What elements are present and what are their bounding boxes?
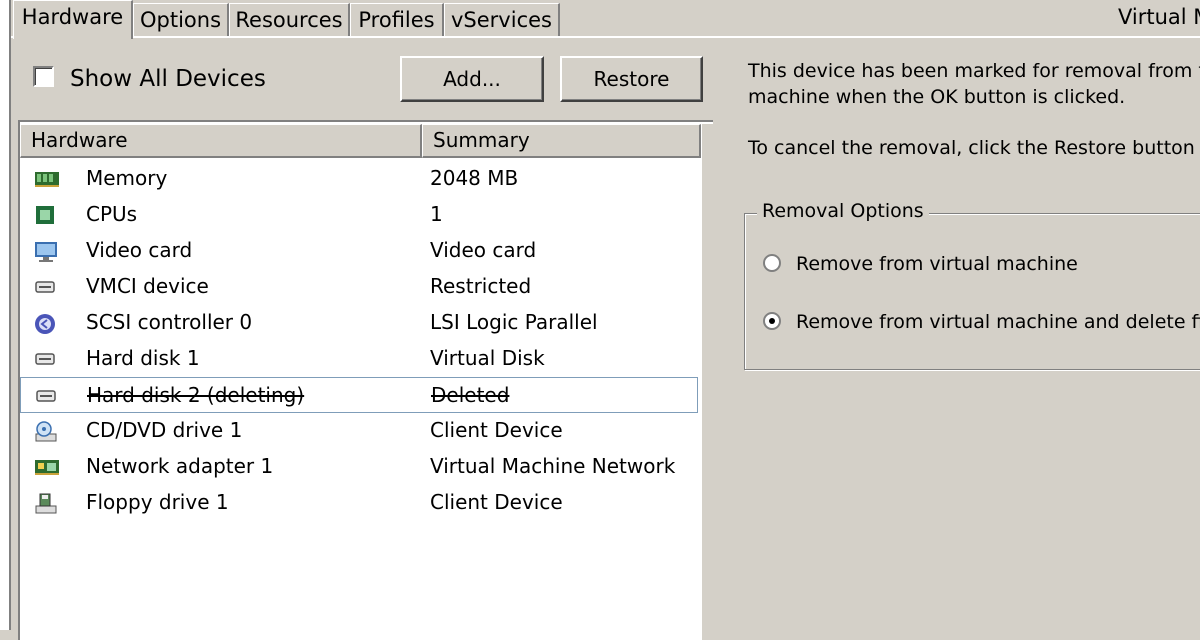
row-name: Floppy drive 1 <box>86 490 229 514</box>
show-all-devices-label[interactable]: Show All Devices <box>70 66 266 92</box>
row-summary: Video card <box>430 238 537 262</box>
cancel-info-text: To cancel the removal, click the Restore… <box>748 137 1195 159</box>
tab-options[interactable]: Options <box>133 3 229 36</box>
table-row[interactable]: Hard disk 1 Virtual Disk <box>20 341 698 377</box>
device-icon <box>34 277 56 297</box>
window-left-edge <box>0 0 9 630</box>
row-summary: 1 <box>430 202 443 226</box>
row-name: Memory <box>86 166 168 190</box>
row-name: Hard disk 1 <box>86 346 200 370</box>
list-right-edge <box>701 124 714 640</box>
window-title: Virtual M <box>1118 5 1200 29</box>
hardware-list[interactable]: Hardware Summary Memory 2048 MB CPUs 1 V… <box>18 120 714 640</box>
tab-profiles[interactable]: Profiles <box>350 3 444 36</box>
remove-from-vm-label[interactable]: Remove from virtual machine <box>796 253 1078 275</box>
restore-button[interactable]: Restore <box>560 56 703 102</box>
row-summary: Virtual Disk <box>430 346 545 370</box>
cpu-icon <box>34 205 56 225</box>
hard-disk-icon <box>34 349 56 369</box>
row-name: Hard disk 2 (deleting) <box>87 383 305 407</box>
column-header-hardware[interactable]: Hardware <box>20 124 422 158</box>
row-summary: Deleted <box>431 383 510 407</box>
show-all-devices-checkbox[interactable] <box>33 66 54 87</box>
memory-icon <box>34 169 59 189</box>
hard-disk-icon <box>35 386 57 406</box>
table-row[interactable]: CPUs 1 <box>20 197 698 233</box>
table-row[interactable]: Floppy drive 1 Client Device <box>20 485 698 521</box>
row-name: VMCI device <box>86 274 209 298</box>
table-row-selected[interactable]: Hard disk 2 (deleting) Deleted <box>20 377 698 413</box>
tab-hardware[interactable]: Hardware <box>13 0 133 39</box>
remove-from-vm-radio[interactable] <box>763 254 781 272</box>
removal-options-group: Removal Options Remove from virtual mach… <box>744 200 1200 370</box>
removal-options-legend: Removal Options <box>757 200 929 222</box>
row-name: Video card <box>86 238 193 262</box>
remove-and-delete-label[interactable]: Remove from virtual machine and delete f… <box>796 311 1200 333</box>
floppy-drive-icon <box>34 493 57 514</box>
monitor-icon <box>34 241 57 262</box>
row-summary: Restricted <box>430 274 532 298</box>
window-left-shadow <box>9 0 11 630</box>
table-row[interactable]: SCSI controller 0 LSI Logic Parallel <box>20 305 698 341</box>
column-header-summary[interactable]: Summary <box>422 124 701 158</box>
removal-info-text: This device has been marked for removal … <box>748 58 1200 110</box>
tab-resources[interactable]: Resources <box>229 3 350 36</box>
network-adapter-icon <box>34 457 59 477</box>
row-name: CPUs <box>86 202 138 226</box>
remove-and-delete-radio[interactable] <box>763 312 781 330</box>
cd-dvd-icon <box>34 421 57 442</box>
row-name: SCSI controller 0 <box>86 310 253 334</box>
table-row[interactable]: Memory 2048 MB <box>20 161 698 197</box>
row-name: Network adapter 1 <box>86 454 274 478</box>
scsi-controller-icon <box>34 313 56 334</box>
row-summary: Client Device <box>430 490 563 514</box>
table-row[interactable]: CD/DVD drive 1 Client Device <box>20 413 698 449</box>
info-line-2: machine when the OK button is clicked. <box>748 86 1126 108</box>
table-row[interactable]: VMCI device Restricted <box>20 269 698 305</box>
info-line-1: This device has been marked for removal … <box>748 60 1200 82</box>
row-summary: Client Device <box>430 418 563 442</box>
table-row[interactable]: Network adapter 1 Virtual Machine Networ… <box>20 449 698 485</box>
row-summary: LSI Logic Parallel <box>430 310 598 334</box>
row-summary: 2048 MB <box>430 166 519 190</box>
table-row[interactable]: Video card Video card <box>20 233 698 269</box>
tab-vservices[interactable]: vServices <box>444 3 560 36</box>
row-name: CD/DVD drive 1 <box>86 418 243 442</box>
add-button[interactable]: Add... <box>400 56 544 102</box>
radio-selected-dot <box>769 318 775 324</box>
row-summary: Virtual Machine Network <box>430 454 676 478</box>
